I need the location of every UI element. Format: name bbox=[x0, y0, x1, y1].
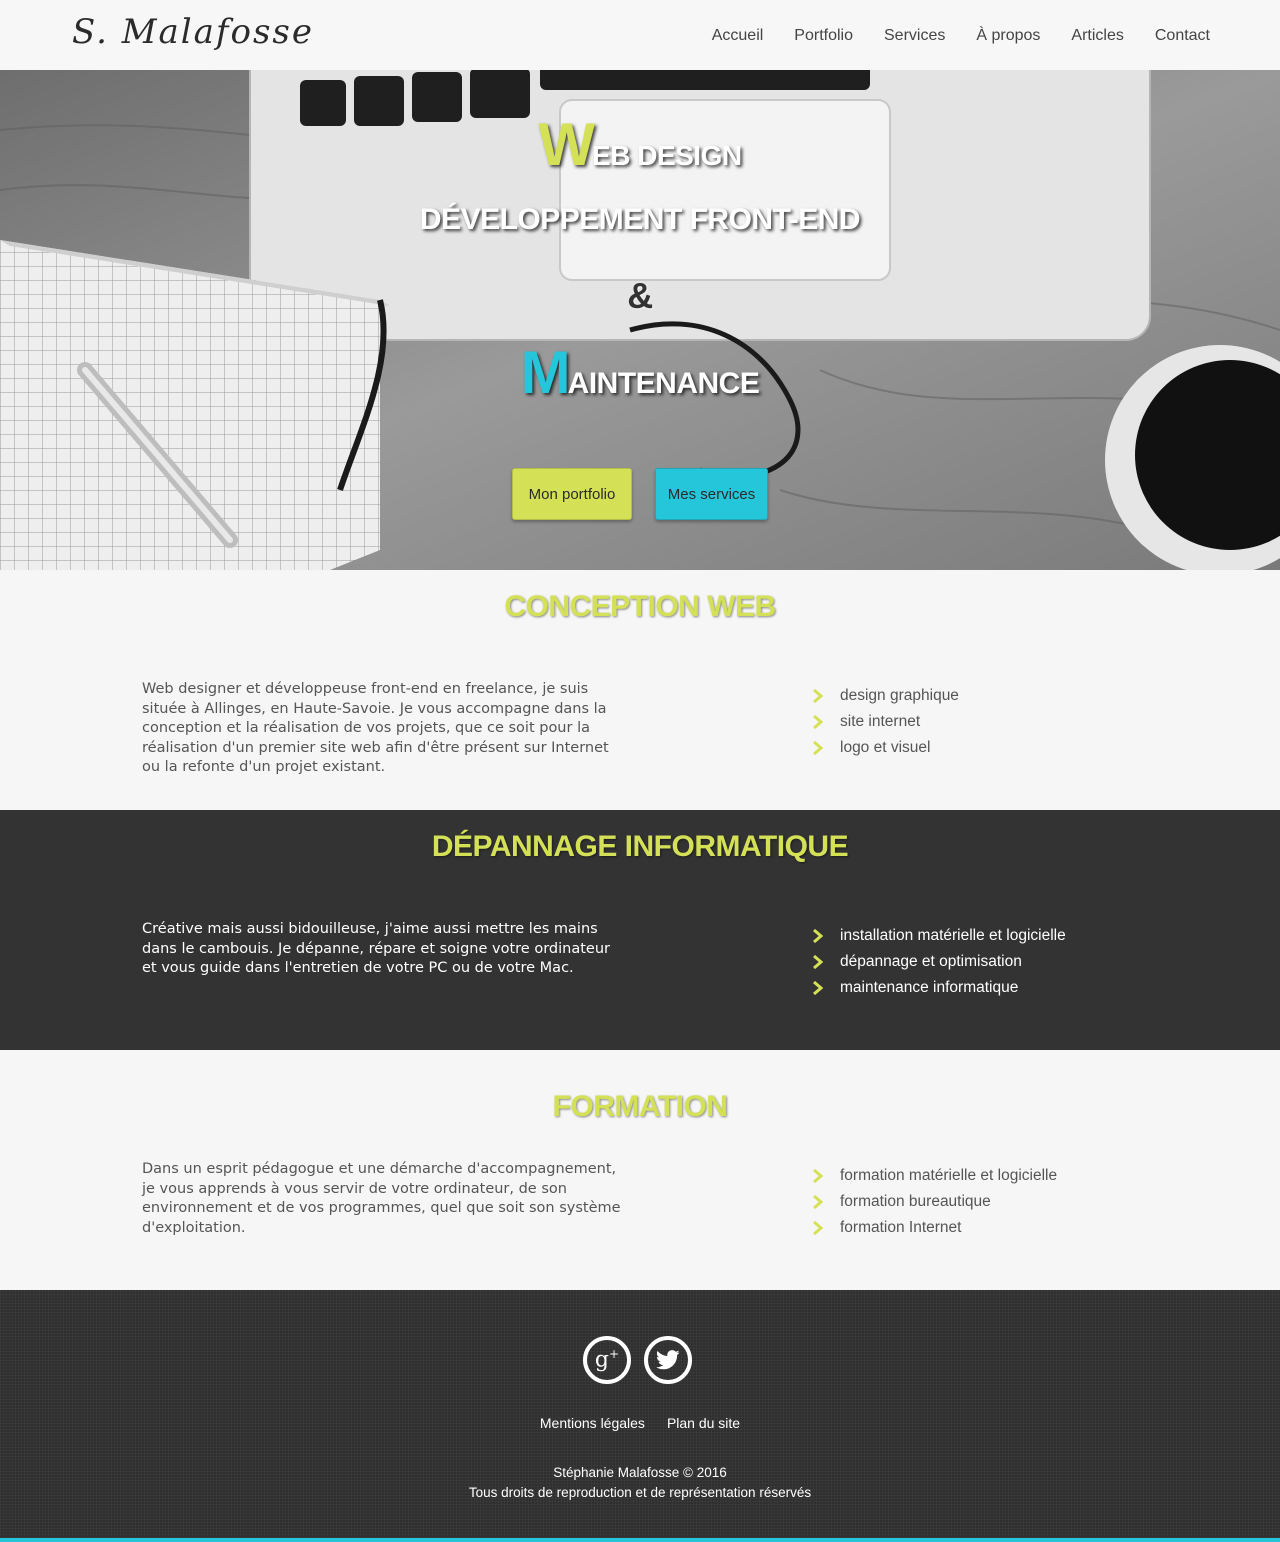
list-item: logo et visuel bbox=[812, 735, 959, 761]
list-item-label: formation bureautique bbox=[840, 1193, 991, 1210]
list-item-label: site internet bbox=[840, 713, 921, 730]
list-item-label: design graphique bbox=[840, 687, 959, 704]
section-title: Dépannage informatique bbox=[431, 830, 849, 863]
footer-links: Mentions légales Plan du site bbox=[0, 1415, 1280, 1431]
hero-title-front-end: Développement front-end bbox=[419, 203, 861, 236]
copyright-line: Stéphanie Malafosse © 2016 bbox=[553, 1465, 727, 1480]
list-item: formation matérielle et logicielle bbox=[812, 1163, 1057, 1189]
list-item-label: formation matérielle et logicielle bbox=[840, 1167, 1058, 1184]
google-plus-glyph: g+ bbox=[594, 1347, 620, 1373]
list-item: installation matérielle et logicielle bbox=[812, 923, 1066, 949]
google-plus-icon[interactable]: g+ bbox=[583, 1336, 631, 1384]
site-footer: g+ Mentions légales Plan du site Stéphan… bbox=[0, 1290, 1280, 1542]
section-formation: Formation Dans un esprit pédagogue et un… bbox=[0, 1050, 1280, 1290]
hero-initial-m: M bbox=[520, 339, 571, 406]
sitemap-link[interactable]: Plan du site bbox=[667, 1415, 740, 1431]
twitter-bird-icon bbox=[656, 1350, 680, 1370]
feature-list: design graphique site internet logo et v… bbox=[812, 683, 959, 761]
rights-line: Tous droits de reproduction et de représ… bbox=[468, 1485, 812, 1500]
portfolio-button[interactable]: Mon portfolio bbox=[512, 468, 632, 520]
nav-link-accueil[interactable]: Accueil bbox=[712, 27, 764, 45]
list-item: formation Internet bbox=[812, 1215, 1057, 1241]
list-item: site internet bbox=[812, 709, 959, 735]
hero-ampersand: & bbox=[627, 275, 653, 316]
section-description: Dans un esprit pédagogue et une démarche… bbox=[142, 1161, 621, 1236]
hero-initial-w: W bbox=[538, 111, 595, 178]
list-item: design graphique bbox=[812, 683, 959, 709]
chevron-right-icon bbox=[812, 929, 840, 943]
section-conception-web: Conception web Web designer et développe… bbox=[0, 570, 1280, 810]
list-item: dépannage et optimisation bbox=[812, 949, 1066, 975]
list-item-label: formation Internet bbox=[840, 1219, 962, 1236]
hero-title-maintenance: Maintenance bbox=[0, 338, 1280, 407]
chevron-right-icon bbox=[812, 955, 840, 969]
list-item-label: logo et visuel bbox=[840, 739, 931, 756]
nav-link-articles[interactable]: Articles bbox=[1071, 27, 1123, 45]
section-description: Web designer et développeuse front-end e… bbox=[142, 681, 609, 775]
section-title: Conception web bbox=[504, 590, 776, 623]
hero-title-rest-3: aintenance bbox=[567, 367, 760, 400]
chevron-right-icon bbox=[812, 741, 840, 755]
feature-list: installation matérielle et logicielle dé… bbox=[812, 923, 1066, 1001]
chevron-right-icon bbox=[812, 689, 840, 703]
copyright: Stéphanie Malafosse © 2016 Tous droits d… bbox=[0, 1463, 1280, 1503]
list-item-label: installation matérielle et logicielle bbox=[840, 927, 1066, 944]
list-item: formation bureautique bbox=[812, 1189, 1057, 1215]
hero-title-rest-1: eb design bbox=[592, 140, 742, 171]
chevron-right-icon bbox=[812, 715, 840, 729]
services-button[interactable]: Mes services bbox=[655, 468, 768, 520]
nav-link-a-propos[interactable]: À propos bbox=[976, 27, 1040, 45]
list-item-label: maintenance informatique bbox=[840, 979, 1019, 996]
feature-list: formation matérielle et logicielle forma… bbox=[812, 1163, 1057, 1241]
nav-link-contact[interactable]: Contact bbox=[1155, 27, 1210, 45]
chevron-right-icon bbox=[812, 981, 840, 995]
list-item-label: dépannage et optimisation bbox=[840, 953, 1022, 970]
hero-title-web-design: Web design bbox=[0, 110, 1280, 179]
legal-notice-link[interactable]: Mentions légales bbox=[540, 1415, 645, 1431]
section-description: Créative mais aussi bidouilleuse, j'aime… bbox=[142, 921, 610, 976]
list-item: maintenance informatique bbox=[812, 975, 1066, 1001]
main-nav: Accueil Portfolio Services À propos Arti… bbox=[712, 27, 1210, 45]
hero-banner: Web design Développement front-end & Mai… bbox=[0, 70, 1280, 570]
nav-link-services[interactable]: Services bbox=[884, 27, 945, 45]
chevron-right-icon bbox=[812, 1221, 840, 1235]
chevron-right-icon bbox=[812, 1195, 840, 1209]
site-header: S. Malafosse Accueil Portfolio Services … bbox=[0, 0, 1280, 70]
section-title: Formation bbox=[552, 1090, 728, 1123]
site-logo[interactable]: S. Malafosse bbox=[72, 12, 314, 52]
chevron-right-icon bbox=[812, 1169, 840, 1183]
nav-link-portfolio[interactable]: Portfolio bbox=[794, 27, 853, 45]
twitter-icon[interactable] bbox=[644, 1336, 692, 1384]
section-depannage-informatique: Dépannage informatique Créative mais aus… bbox=[0, 810, 1280, 1050]
